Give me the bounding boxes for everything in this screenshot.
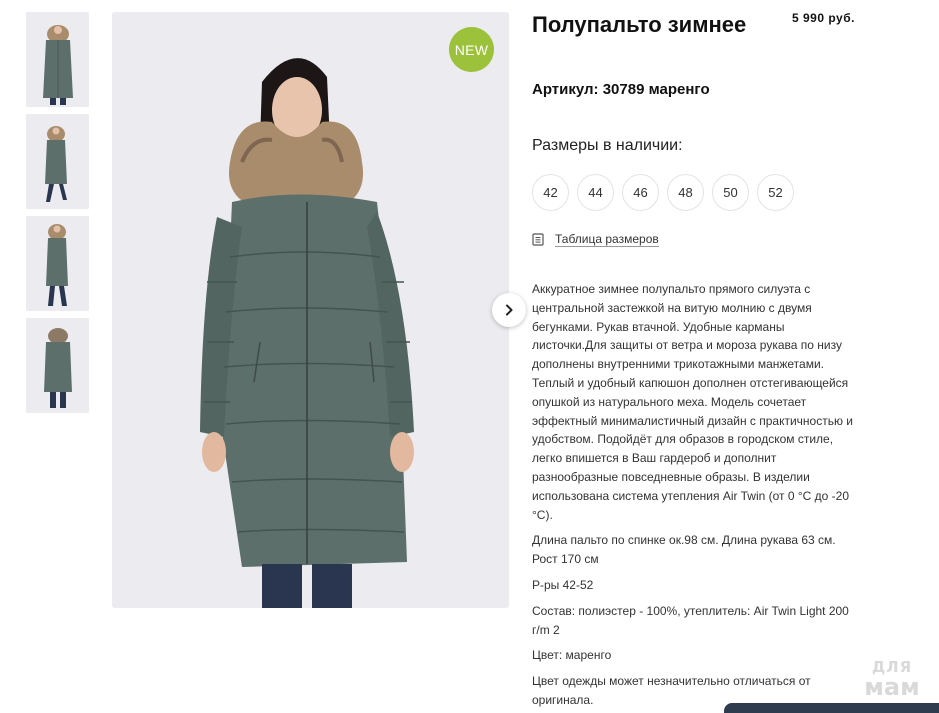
description-size-range: Р-ры 42-52 — [532, 577, 594, 592]
product-title: Полупальто зимнее — [532, 12, 747, 37]
coat-walking-thumbnail-image — [26, 114, 89, 209]
bottom-panel-edge — [724, 703, 939, 713]
size-option-44[interactable]: 44 — [577, 174, 614, 211]
product-price: 5 990 руб. — [792, 11, 855, 25]
coat-front-thumbnail-image — [26, 12, 89, 107]
new-badge: NEW — [449, 27, 494, 72]
site-watermark-logo: ДЛЯ мам — [852, 660, 932, 701]
product-description: Аккуратное зимнее полупальто прямого сил… — [532, 280, 854, 713]
thumbnail-2[interactable] — [26, 114, 89, 209]
sizes-heading: Размеры в наличии: — [532, 137, 683, 154]
size-table-link[interactable]: Таблица размеров — [532, 232, 659, 247]
product-photo — [112, 12, 509, 608]
size-option-48[interactable]: 48 — [667, 174, 704, 211]
size-selector: 42 44 46 48 50 52 — [532, 174, 802, 211]
thumbnail-list — [26, 12, 89, 420]
coat-side-thumbnail-image — [26, 216, 89, 311]
size-table-label: Таблица размеров — [555, 232, 659, 247]
description-length: Длина пальто по спинке ок.98 см. Длина р… — [532, 533, 836, 567]
document-icon — [532, 233, 544, 246]
next-image-button[interactable] — [492, 293, 526, 327]
size-option-46[interactable]: 46 — [622, 174, 659, 211]
thumbnail-3[interactable] — [26, 216, 89, 311]
description-paragraph: Аккуратное зимнее полупальто прямого сил… — [532, 282, 854, 522]
description-color: Цвет: маренго — [532, 648, 612, 663]
thumbnail-4[interactable] — [26, 318, 89, 413]
size-option-42[interactable]: 42 — [532, 174, 569, 211]
product-sku: Артикул: 30789 маренго — [532, 81, 710, 98]
description-composition: Состав: полиэстер - 100%, утеплитель: Ai… — [532, 603, 849, 637]
chevron-right-icon — [506, 304, 513, 316]
thumbnail-1[interactable] — [26, 12, 89, 107]
coat-back-thumbnail-image — [26, 318, 89, 413]
size-option-52[interactable]: 52 — [757, 174, 794, 211]
watermark-line-2: мам — [864, 673, 920, 701]
size-option-50[interactable]: 50 — [712, 174, 749, 211]
coat-model-image — [112, 12, 509, 608]
